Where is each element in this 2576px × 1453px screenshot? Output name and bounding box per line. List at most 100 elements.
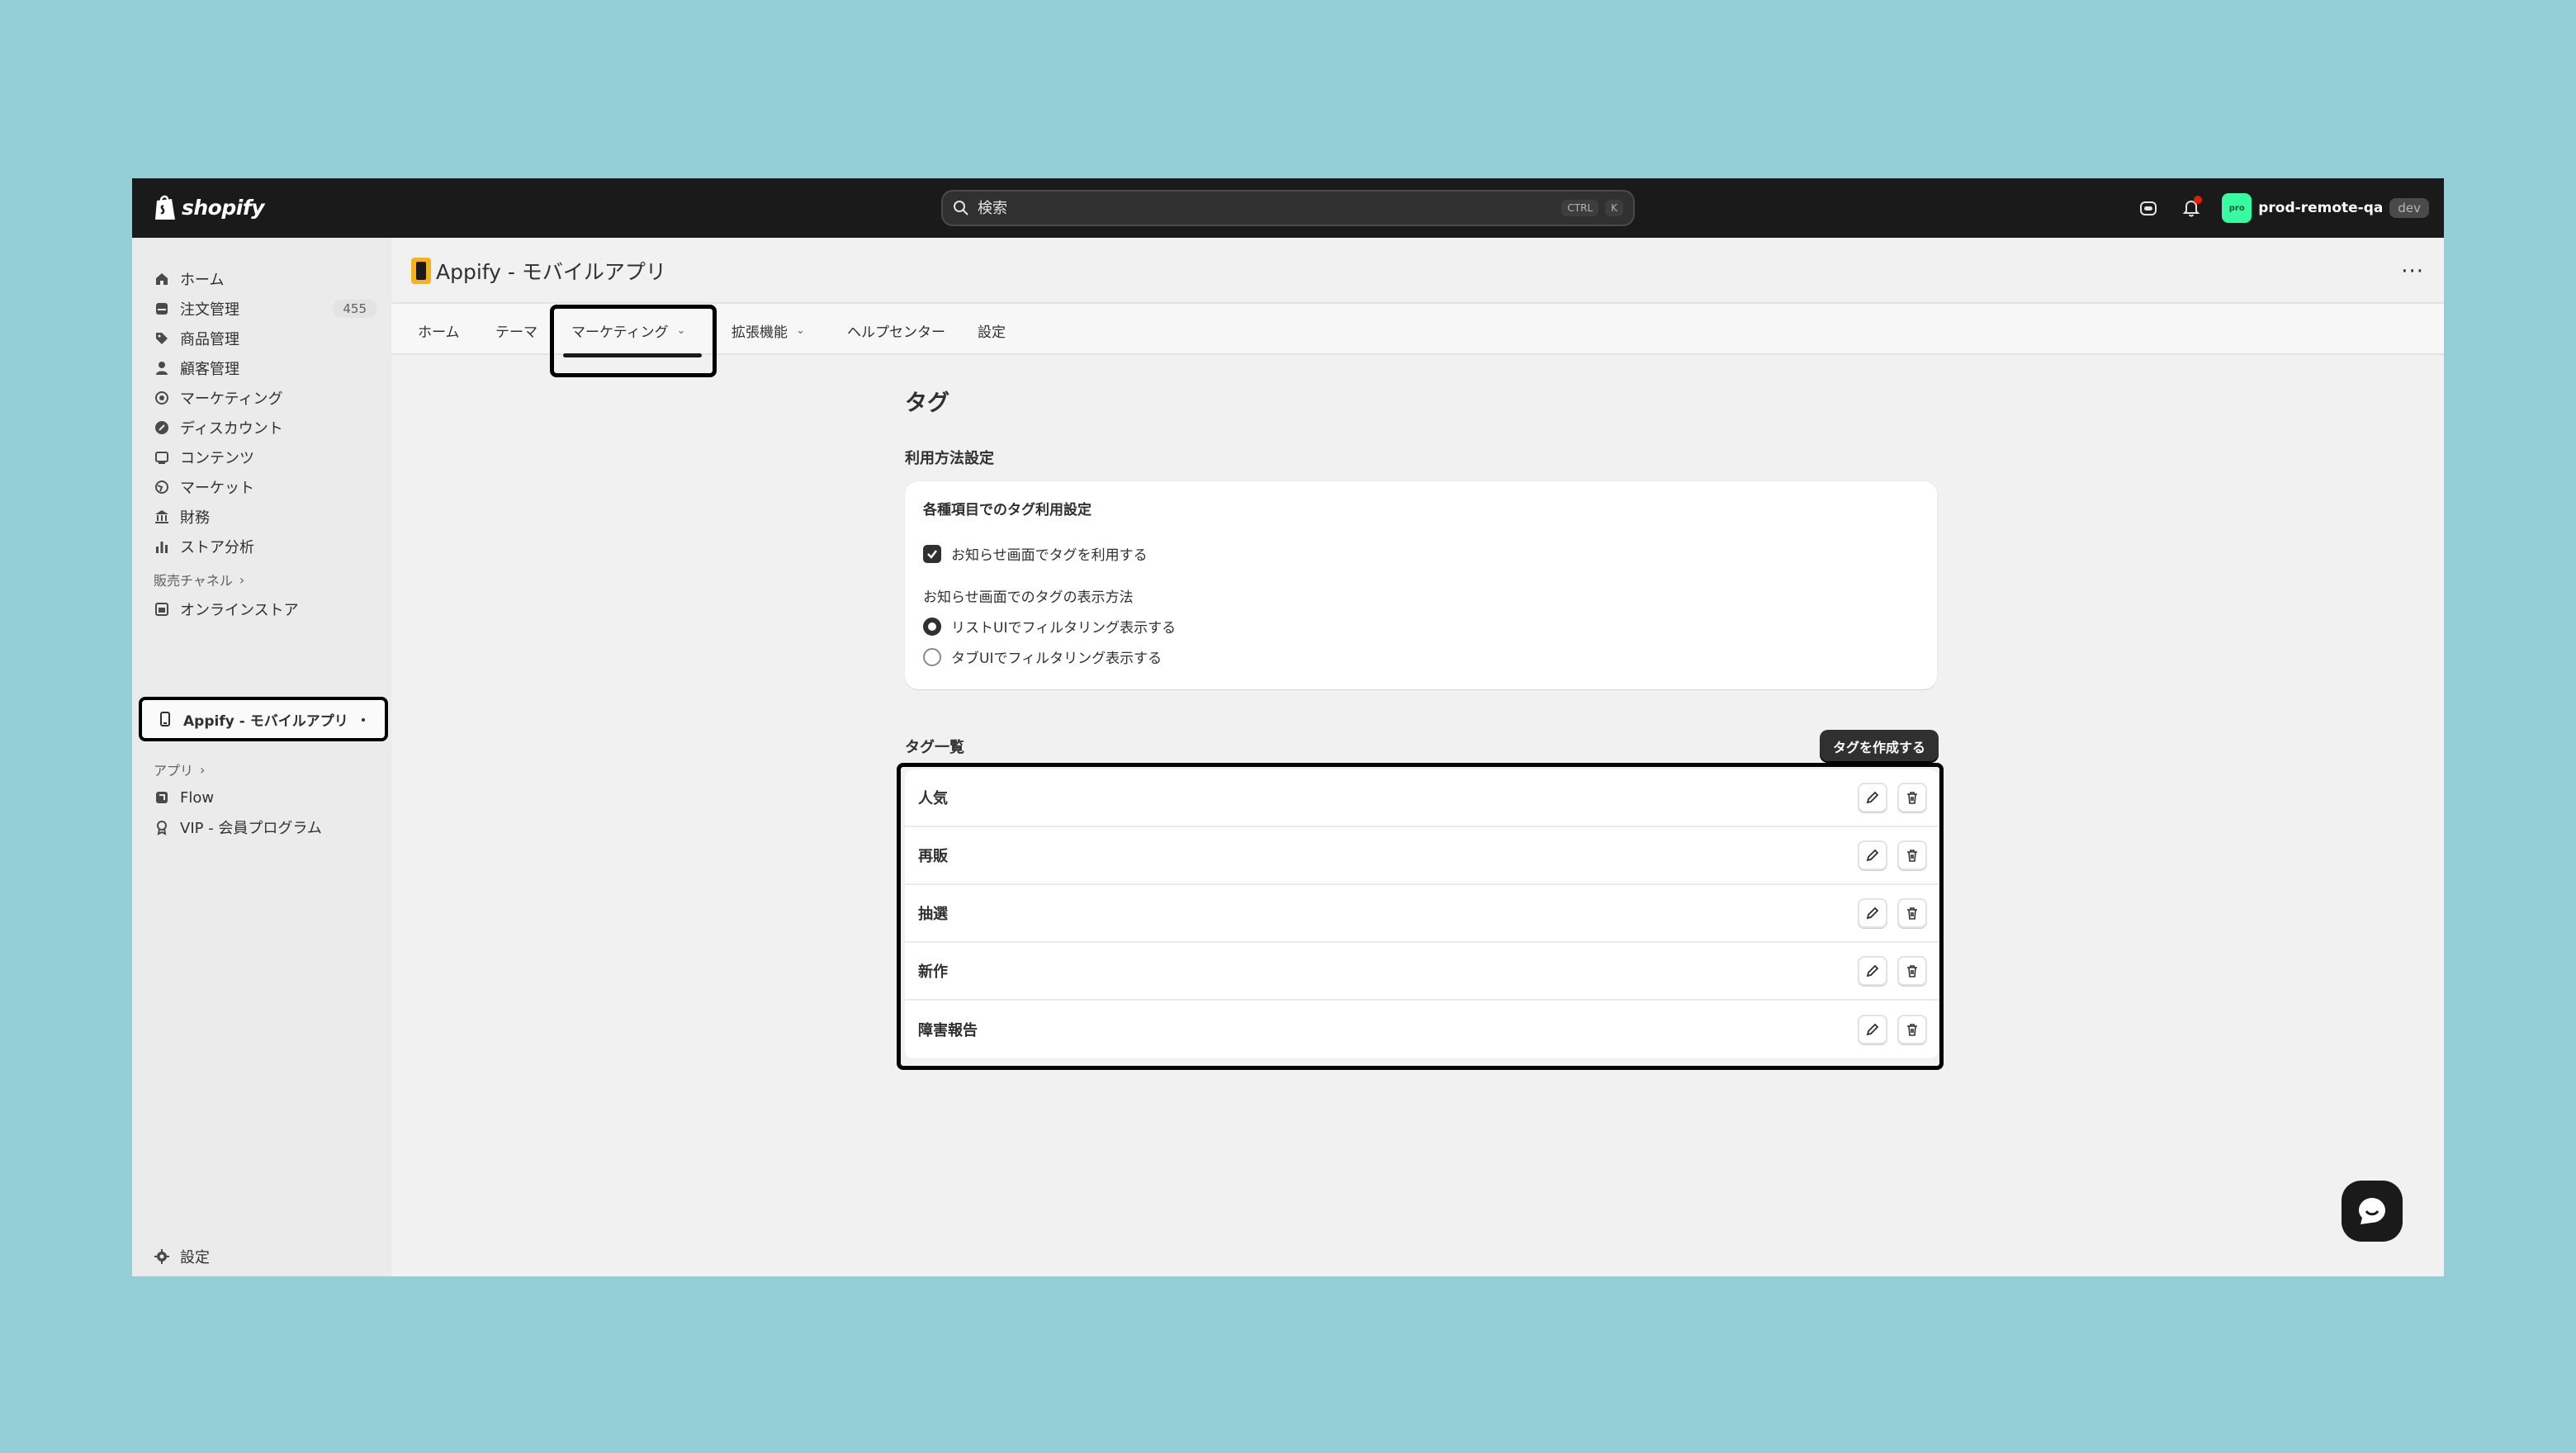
mobile-app-icon <box>160 712 170 726</box>
sidebar-item-online-store[interactable]: オンラインストア <box>154 596 376 622</box>
tag-list: 人気 再販 抽選 新作 障害報告 <box>905 769 1939 1058</box>
trash-icon <box>1907 965 1917 977</box>
flow-icon <box>156 792 168 803</box>
sidebar-item-label: Flow <box>180 788 215 807</box>
shortcut-ctrl-key: CTRL <box>1561 200 1599 216</box>
radio-list-ui[interactable]: リストUIでフィルタリング表示する <box>923 616 1919 637</box>
store-menu[interactable]: pro prod-remote-qa dev <box>2222 193 2429 223</box>
list-item: 障害報告 <box>905 1001 1939 1058</box>
delete-button[interactable] <box>1897 1015 1927 1044</box>
notification-dot <box>2194 196 2203 204</box>
edit-button[interactable] <box>1858 898 1887 928</box>
tab-home[interactable]: ホーム <box>418 320 460 341</box>
sidebar-item-label: 財務 <box>180 509 210 527</box>
globe-icon <box>155 480 168 494</box>
tab-label: 設定 <box>978 324 1006 341</box>
delete-button[interactable] <box>1897 956 1927 986</box>
tags-page: タグ 利用方法設定 各種項目でのタグ利用設定 お知らせ画面でタグを利用する お知… <box>897 385 1944 1070</box>
tag-name: 抽選 <box>918 906 948 923</box>
row-actions <box>1858 1015 1927 1044</box>
apps-header[interactable]: アプリ › <box>154 760 205 779</box>
edit-button[interactable] <box>1858 840 1887 870</box>
appify-logo-icon <box>411 258 431 284</box>
chevron-down-icon: ⌄ <box>796 324 805 337</box>
trash-icon <box>1907 792 1917 804</box>
tab-settings[interactable]: 設定 <box>978 320 1006 341</box>
shopify-logo[interactable]: shopify <box>154 193 265 221</box>
notifications-button[interactable] <box>2179 196 2204 220</box>
sidebar-item-marketing[interactable]: マーケティング <box>154 385 376 411</box>
gear-icon <box>154 1249 169 1264</box>
tag-name: 再販 <box>918 848 948 865</box>
sidebar-item-orders[interactable]: 注文管理 455 <box>154 296 376 322</box>
tab-theme[interactable]: テーマ <box>495 320 537 341</box>
sidebar-item-products[interactable]: 商品管理 <box>154 325 376 352</box>
orders-icon <box>156 303 168 315</box>
discount-icon <box>155 421 168 434</box>
row-actions <box>1858 783 1927 812</box>
sidebar-item-finance[interactable]: 財務 <box>154 504 376 530</box>
use-tags-checkbox-row[interactable]: お知らせ画面でタグを利用する <box>923 543 1919 564</box>
pin-dot-icon <box>362 718 365 722</box>
trash-icon <box>1907 850 1917 862</box>
sidebar: ホーム 注文管理 455 商品管理 顧客管理 マーケティング ディスカウント コ… <box>132 238 391 1276</box>
shopify-bag-icon <box>155 195 175 220</box>
delete-button[interactable] <box>1897 783 1927 812</box>
edit-button[interactable] <box>1858 783 1887 812</box>
sidekick-icon <box>2140 201 2157 215</box>
bank-icon <box>155 510 168 523</box>
radio-tab-ui[interactable]: タブUIでフィルタリング表示する <box>923 646 1919 667</box>
row-actions <box>1858 956 1927 986</box>
pencil-icon <box>1866 964 1879 977</box>
tag-name: 障害報告 <box>918 1022 978 1039</box>
use-tags-checkbox[interactable] <box>923 544 941 563</box>
search-icon <box>954 201 968 215</box>
delete-button[interactable] <box>1897 840 1927 870</box>
tab-extensions[interactable]: 拡張機能 ⌄ <box>732 320 805 341</box>
usage-section-title: 利用方法設定 <box>905 450 994 467</box>
edit-button[interactable] <box>1858 1015 1887 1044</box>
tab-help-center[interactable]: ヘルプセンター <box>847 320 945 341</box>
sales-channels-label: 販売チャネル <box>154 573 233 589</box>
checkbox-label: お知らせ画面でタグを利用する <box>951 547 1148 564</box>
top-bar: shopify CTRL K <box>132 178 2444 238</box>
create-tag-button[interactable]: タグを作成する <box>1819 730 1939 763</box>
home-icon <box>156 273 168 285</box>
sidekick-button[interactable] <box>2136 196 2161 220</box>
list-item: 人気 <box>905 769 1939 827</box>
sidebar-item-customers[interactable]: 顧客管理 <box>154 355 376 381</box>
sidebar-item-analytics[interactable]: ストア分析 <box>154 533 376 560</box>
sidebar-item-markets[interactable]: マーケット <box>154 474 376 500</box>
display-method-label: お知らせ画面でのタグの表示方法 <box>923 589 1134 606</box>
card-heading: 各種項目でのタグ利用設定 <box>923 502 1091 518</box>
delete-button[interactable] <box>1897 898 1927 928</box>
chat-button[interactable] <box>2342 1181 2403 1242</box>
sidebar-item-settings[interactable]: 設定 <box>154 1243 376 1270</box>
trash-icon <box>1907 1024 1917 1036</box>
search-input[interactable] <box>978 199 1556 217</box>
chart-icon <box>156 542 168 553</box>
sidebar-item-label: ホーム <box>180 272 225 289</box>
target-icon <box>155 391 168 405</box>
active-tab-indicator <box>563 353 702 357</box>
sidebar-item-label: コンテンツ <box>180 450 254 467</box>
sidebar-item-vip[interactable]: VIP - 会員プログラム <box>154 814 376 840</box>
sidebar-item-flow[interactable]: Flow <box>154 784 376 811</box>
orders-count-badge: 455 <box>333 300 376 318</box>
tab-label: ヘルプセンター <box>847 324 945 341</box>
more-actions-button[interactable]: ··· <box>2401 259 2424 284</box>
sidebar-item-content[interactable]: コンテンツ <box>154 444 376 471</box>
edit-button[interactable] <box>1858 956 1887 986</box>
sidebar-item-home[interactable]: ホーム <box>154 266 376 292</box>
content-icon <box>155 452 168 464</box>
tag-list-header: タグ一覧 タグを作成する <box>905 730 1939 763</box>
radio-list-ui-button[interactable] <box>923 617 941 636</box>
search-bar[interactable]: CTRL K <box>941 190 1635 226</box>
pencil-icon <box>1866 849 1879 862</box>
sidebar-item-label: 顧客管理 <box>180 361 239 378</box>
sales-channels-header[interactable]: 販売チャネル › <box>154 570 244 589</box>
sidebar-item-appify[interactable]: Appify - モバイルアプリ <box>139 697 388 741</box>
radio-tab-ui-button[interactable] <box>923 647 941 666</box>
sidebar-item-discounts[interactable]: ディスカウント <box>154 414 376 441</box>
radio-label: タブUIでフィルタリング表示する <box>951 651 1163 667</box>
